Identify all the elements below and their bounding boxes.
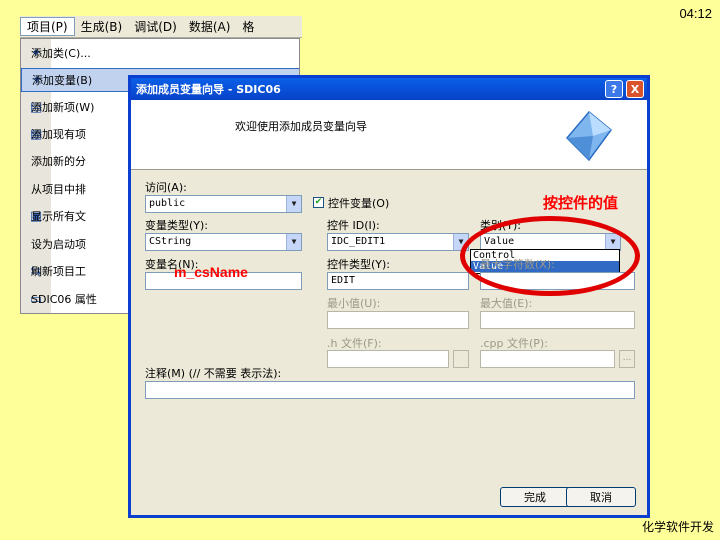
close-button[interactable]: X xyxy=(626,80,644,98)
variable-type-value: CString xyxy=(149,236,192,247)
cancel-button[interactable]: 取消 xyxy=(566,487,636,507)
control-id-value: IDC_EDIT1 xyxy=(331,236,386,247)
access-value: public xyxy=(149,198,186,209)
h-file-field[interactable] xyxy=(327,350,449,368)
menu-debug[interactable]: 调试(D) xyxy=(128,18,183,35)
menu-item-label: 添加类(C)... xyxy=(31,47,91,60)
help-button[interactable]: ? xyxy=(605,80,623,98)
menu-project[interactable]: 项目(P) xyxy=(20,17,75,36)
h-file-browse-button[interactable] xyxy=(453,350,469,368)
finish-button[interactable]: 完成 xyxy=(500,487,570,507)
menu-data[interactable]: 数据(A) xyxy=(183,18,237,35)
cpp-file-label: .cpp 文件(P): xyxy=(480,337,548,350)
welcome-text: 欢迎使用添加成员变量向导 xyxy=(235,120,367,133)
wizard-gem-icon xyxy=(565,110,613,162)
highlight-ellipse xyxy=(460,216,640,296)
access-combo[interactable]: public ▼ xyxy=(145,195,302,213)
menu-item-add-class[interactable]: ✦ 添加类(C)... xyxy=(21,41,299,65)
comment-field[interactable] xyxy=(145,381,635,399)
hint-annotation: 按控件的值 xyxy=(543,195,619,212)
control-variable-label: 控件变量(O) xyxy=(328,197,390,210)
menu-item-label: 显示所有文 xyxy=(31,210,86,223)
control-type-value: EDIT xyxy=(331,275,356,286)
menu-item-label: 添加新项(W) xyxy=(31,101,95,114)
menu-item-label: SDIC06 属性 xyxy=(31,293,97,306)
max-value-field[interactable] xyxy=(480,311,635,329)
dialog-title: 添加成员变量向导 - SDIC06 xyxy=(136,83,281,96)
control-variable-checkbox[interactable]: ✔ xyxy=(313,197,324,208)
comment-label: 注释(M) (// 不需要 表示法): xyxy=(145,367,282,380)
dialog-titlebar[interactable]: 添加成员变量向导 - SDIC06 ? X xyxy=(131,78,647,100)
max-value-label: 最大值(E): xyxy=(480,297,533,310)
chevron-down-icon[interactable]: ▼ xyxy=(286,196,301,212)
menu-build[interactable]: 生成(B) xyxy=(75,18,129,35)
variable-name-annotation: m_csName xyxy=(174,264,248,280)
cpp-file-browse-button[interactable]: ... xyxy=(619,350,635,368)
access-label: 访问(A): xyxy=(145,181,187,194)
wizard-banner: 欢迎使用添加成员变量向导 xyxy=(131,100,647,170)
menu-item-label: 设为启动项 xyxy=(31,238,86,251)
h-file-label: .h 文件(F): xyxy=(327,337,382,350)
menu-item-label: 添加新的分 xyxy=(31,155,86,168)
variable-type-combo[interactable]: CString ▼ xyxy=(145,233,302,251)
clock: 04:12 xyxy=(679,6,712,21)
variable-type-label: 变量类型(Y): xyxy=(145,219,209,232)
min-value-field[interactable] xyxy=(327,311,469,329)
add-member-variable-dialog: 添加成员变量向导 - SDIC06 ? X 欢迎使用添加成员变量向导 访问(A)… xyxy=(128,75,650,518)
control-id-label: 控件 ID(I): xyxy=(327,219,380,232)
menu-item-label: 从项目中排 xyxy=(31,183,86,196)
control-id-combo[interactable]: IDC_EDIT1 ▼ xyxy=(327,233,469,251)
cpp-file-field[interactable] xyxy=(480,350,615,368)
chevron-down-icon[interactable]: ▼ xyxy=(286,234,301,250)
footer-text: 化学软件开发 xyxy=(641,520,714,534)
min-value-label: 最小值(U): xyxy=(327,297,381,310)
menu-item-label: 添加现有项 xyxy=(31,128,86,141)
control-type-label: 控件类型(Y): xyxy=(327,258,391,271)
control-type-field[interactable]: EDIT xyxy=(327,272,469,290)
menu-bar: 项目(P) 生成(B) 调试(D) 数据(A) 格 xyxy=(20,16,302,38)
menu-item-label: 添加变量(B) xyxy=(32,74,93,87)
menu-format[interactable]: 格 xyxy=(236,18,260,35)
menu-item-label: 刷新项目工 xyxy=(31,265,86,278)
